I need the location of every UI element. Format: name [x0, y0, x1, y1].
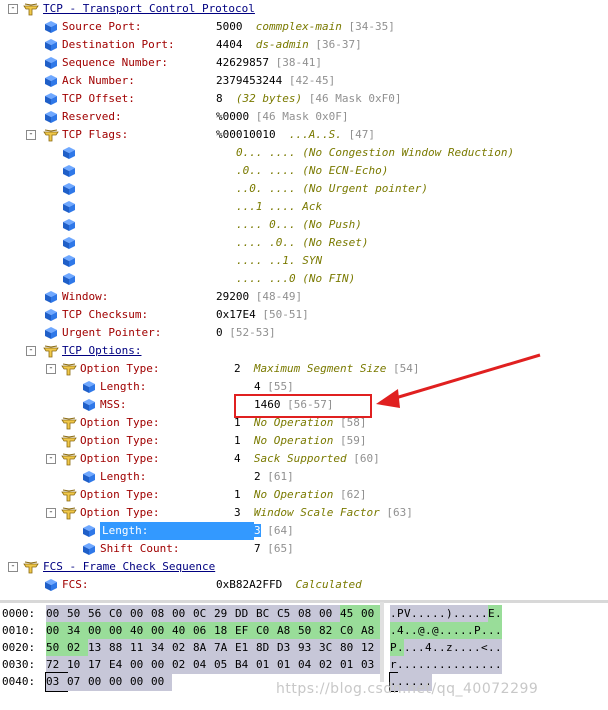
hex-byte[interactable]: 00: [361, 605, 382, 623]
hex-byte[interactable]: 01: [277, 656, 298, 674]
hex-bytes[interactable]: 00 34 00 00 40 00 40 06 18 EF C0 A8 50 82 C0 A8: [46, 622, 382, 640]
hex-byte[interactable]: 00: [151, 656, 172, 674]
arrow-shaft: [391, 353, 541, 401]
hex-byte[interactable]: C5: [277, 605, 298, 623]
watermark: https://blog.csdn.net/qq_40072299: [276, 681, 539, 697]
hex-row[interactable]: 0020: 50 02 13 88 11 34 02 8A 7A E1 8D D3 93 3C 80 12 P..…: [0, 639, 608, 657]
hex-byte[interactable]: 82: [319, 622, 340, 640]
hex-byte[interactable]: 50: [67, 605, 88, 623]
hex-byte[interactable]: 88: [109, 639, 130, 657]
hex-byte[interactable]: C0: [109, 605, 130, 623]
ascii-text[interactable]: .4..@.@.....P...: [390, 622, 502, 640]
pane-splitter[interactable]: [0, 600, 608, 603]
hex-byte[interactable]: 00: [109, 673, 130, 691]
hex-byte[interactable]: 02: [172, 656, 193, 674]
arrow-head: [376, 389, 400, 408]
hex-byte[interactable]: 03: [361, 656, 382, 674]
hex-byte[interactable]: 00: [319, 605, 340, 623]
hex-byte[interactable]: 72: [46, 656, 67, 674]
hex-byte[interactable]: 50: [298, 622, 319, 640]
hex-offset: 0030:: [2, 658, 36, 671]
hex-byte[interactable]: 06: [193, 622, 214, 640]
hex-byte[interactable]: 00: [172, 605, 193, 623]
hex-offset: 0020:: [2, 641, 36, 654]
hex-byte[interactable]: 00: [130, 673, 151, 691]
hex-byte[interactable]: 10: [67, 656, 88, 674]
hex-bytes[interactable]: 50 02 13 88 11 34 02 8A 7A E1 8D D3 93 3C 80 12: [46, 639, 382, 657]
hex-byte[interactable]: 40: [130, 622, 151, 640]
hex-byte[interactable]: 03: [45, 672, 68, 692]
hex-byte[interactable]: 8D: [256, 639, 277, 657]
hex-byte[interactable]: 07: [67, 673, 88, 691]
hex-byte[interactable]: 00: [130, 605, 151, 623]
hex-byte[interactable]: 00: [46, 622, 67, 640]
hex-offset: 0010:: [2, 624, 36, 637]
hex-byte[interactable]: C0: [256, 622, 277, 640]
hex-byte[interactable]: 00: [88, 622, 109, 640]
hex-byte[interactable]: 02: [67, 639, 88, 657]
hex-byte[interactable]: BC: [256, 605, 277, 623]
hex-byte[interactable]: 04: [193, 656, 214, 674]
hex-byte[interactable]: 45: [340, 605, 361, 623]
hex-byte[interactable]: 00: [46, 605, 67, 623]
hex-byte[interactable]: 02: [319, 656, 340, 674]
hex-byte[interactable]: 3C: [319, 639, 340, 657]
hex-byte[interactable]: 56: [88, 605, 109, 623]
hex-byte[interactable]: 8A: [193, 639, 214, 657]
hex-byte[interactable]: 34: [151, 639, 172, 657]
hex-byte[interactable]: A8: [277, 622, 298, 640]
hex-bytes[interactable]: 00 50 56 C0 00 08 00 0C 29 DD BC C5 08 00 45 00: [46, 605, 382, 623]
hex-byte[interactable]: 05: [214, 656, 235, 674]
hex-byte[interactable]: 17: [88, 656, 109, 674]
hex-bytes[interactable]: 03 07 00 00 00 00: [45, 672, 172, 692]
hex-byte[interactable]: 08: [298, 605, 319, 623]
hex-byte[interactable]: 08: [151, 605, 172, 623]
hex-byte[interactable]: 00: [130, 656, 151, 674]
hex-byte[interactable]: DD: [235, 605, 256, 623]
hex-byte[interactable]: 18: [214, 622, 235, 640]
hex-byte[interactable]: 29: [214, 605, 235, 623]
hex-byte[interactable]: 13: [88, 639, 109, 657]
hex-byte[interactable]: 7A: [214, 639, 235, 657]
hex-offset: 0000:: [2, 607, 36, 620]
hex-offset: 0040:: [2, 675, 36, 688]
hex-byte[interactable]: 00: [151, 673, 172, 691]
hex-row[interactable]: 0030: 72 10 17 E4 00 00 02 04 05 B4 01 01 04 02 01 03 r..…: [0, 656, 608, 674]
hex-byte[interactable]: D3: [277, 639, 298, 657]
hex-byte[interactable]: EF: [235, 622, 256, 640]
hex-byte[interactable]: 40: [172, 622, 193, 640]
callout-arrow: [376, 353, 541, 408]
hex-byte[interactable]: 0C: [193, 605, 214, 623]
hex-byte[interactable]: E1: [235, 639, 256, 657]
hex-byte[interactable]: 80: [340, 639, 361, 657]
ascii-text[interactable]: P....4..z....<..: [390, 639, 502, 657]
hex-ascii-divider: [380, 602, 384, 682]
hex-byte[interactable]: 12: [361, 639, 382, 657]
hex-byte[interactable]: 11: [130, 639, 151, 657]
hex-bytes[interactable]: 72 10 17 E4 00 00 02 04 05 B4 01 01 04 02 01 03: [46, 656, 382, 674]
hex-row[interactable]: 0000: 00 50 56 C0 00 08 00 0C 29 DD BC C5 08 00 45 00 .PV…: [0, 605, 608, 623]
hex-byte[interactable]: B4: [235, 656, 256, 674]
hex-byte[interactable]: C0: [340, 622, 361, 640]
hex-byte[interactable]: E4: [109, 656, 130, 674]
ascii-text[interactable]: r...............: [390, 656, 502, 674]
hex-row[interactable]: 0010: 00 34 00 00 40 00 40 06 18 EF C0 A8 50 82 C0 A8.4.…: [0, 622, 608, 640]
hex-byte[interactable]: A8: [361, 622, 382, 640]
hex-byte[interactable]: 01: [256, 656, 277, 674]
hex-byte[interactable]: 00: [109, 622, 130, 640]
hex-byte[interactable]: 00: [151, 622, 172, 640]
hex-byte[interactable]: 93: [298, 639, 319, 657]
hex-byte[interactable]: 50: [46, 639, 67, 657]
hex-byte[interactable]: 34: [67, 622, 88, 640]
hex-byte[interactable]: 01: [340, 656, 361, 674]
hex-byte[interactable]: 00: [88, 673, 109, 691]
hex-byte[interactable]: 02: [172, 639, 193, 657]
ascii-text[interactable]: .PV.....).....E.: [390, 605, 502, 623]
hex-byte[interactable]: 04: [298, 656, 319, 674]
